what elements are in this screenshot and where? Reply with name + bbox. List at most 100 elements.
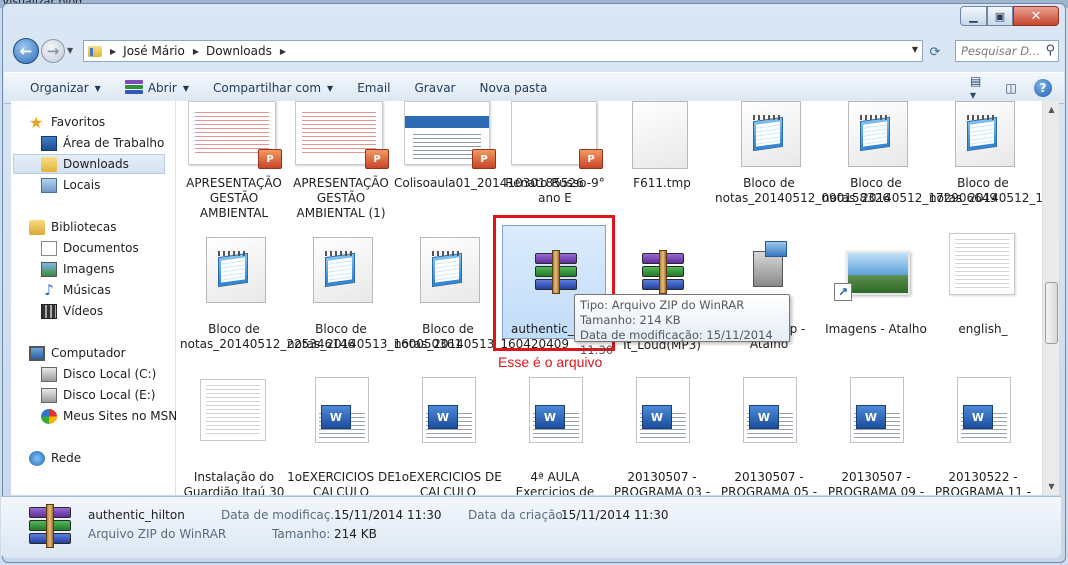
breadcrumb-user[interactable]: José Mário [123,44,185,58]
address-row: ← → ▼ ▶ José Mário ▶ Downloads ▶ ▼ ⟳ Pes… [11,36,1059,66]
nav-drive-c-label: Disco Local (C:) [63,367,157,381]
nav-videos[interactable]: Vídeos [41,301,103,321]
nav-drive-c[interactable]: Disco Local (C:) [41,364,156,384]
share-button[interactable]: Compartilhar com ▼ [201,73,345,103]
nav-desktop[interactable]: Área de Trabalho [41,133,164,153]
breadcrumb-downloads[interactable]: Downloads [206,44,272,58]
file-name: APRESENTAÇÃO GESTÃO AMBIENTAL (1) [293,176,389,220]
file-name: english_ [958,322,1008,336]
close-button[interactable]: ✕ [1013,6,1059,26]
open-label: Abrir [147,81,177,95]
burn-button[interactable]: Gravar [403,73,468,103]
shortcut-arrow-icon: ↗ [834,283,852,301]
file-name: 20130507 - PROGRAMA 05 - [720,470,818,495]
nav-music[interactable]: ♪ Músicas [41,280,111,300]
word-document-icon: W [612,377,712,449]
help-icon[interactable]: ? [1034,79,1052,97]
search-icon[interactable]: ⚲ [1045,43,1055,58]
search-placeholder: Pesquisar D... [961,44,1041,58]
minimize-button[interactable]: ▁ [960,6,987,26]
nav-favorites-label: Favoritos [51,115,106,129]
caption-buttons: ▁ ▣ ✕ [960,6,1059,26]
file-name: Bloco de notas_20140512_090158326 [715,176,891,205]
word-document-icon: W [719,377,819,449]
network-icon [29,450,45,466]
open-button[interactable]: Abrir ▼ [113,73,201,103]
videos-icon [41,303,57,319]
nav-videos-label: Vídeos [63,304,104,318]
presentation-thumbnail: P [505,101,605,173]
nav-libraries[interactable]: Bibliotecas [29,217,116,237]
nav-places[interactable]: Locais [41,175,100,195]
file-name: 1oEXERCICIOS DE CALCULO [287,470,395,495]
new-folder-button[interactable]: Nova pasta [467,73,559,103]
nav-downloads[interactable]: Downloads [13,154,165,174]
file-name: Bloco de notas_20140513_160420409 [394,322,570,351]
file-name: Bloco de notas_20140512_172906649 [822,176,998,205]
refresh-button[interactable]: ⟳ [925,42,945,62]
nav-favorites[interactable]: ★ Favoritos [29,112,105,132]
winrar-icon [124,80,143,96]
nav-network[interactable]: Rede [29,448,81,468]
scroll-thumb[interactable] [1045,282,1058,344]
view-controls: ▤ ▾ ◫ ? [970,74,1052,102]
nav-places-label: Locais [63,178,101,192]
chevron-down-icon[interactable]: ▼ [912,45,918,54]
nav-network-label: Rede [51,451,82,465]
preview-pane-icon[interactable]: ◫ [1002,79,1020,97]
nav-documents[interactable]: Documentos [41,238,139,258]
notepad-icon [933,101,1033,173]
text-file-icon [933,231,1033,303]
forward-button[interactable]: → [41,39,65,63]
command-bar: Organizar ▼ Abrir ▼ Compartilhar com ▼ Emai… [4,72,1064,104]
file-name: Imagens - Atalho [825,322,927,336]
file-name: Renato Russo-9° ano E [505,176,605,205]
desktop-icon [41,135,57,151]
email-label: Email [357,81,391,95]
chevron-down-icon: ▼ [182,83,190,93]
file-name: 20130507 - PROGRAMA 03 - [613,470,711,495]
chevron-right-icon[interactable]: ▶ [280,47,286,56]
notepad-icon [398,231,498,303]
nav-pictures[interactable]: Imagens [41,259,114,279]
file-name: 20130522 - PROGRAMA 11 - [934,470,1032,495]
organize-button[interactable]: Organizar ▼ [4,73,113,103]
email-button[interactable]: Email [345,73,402,103]
nav-msn-sites[interactable]: Meus Sites no MSN [41,406,177,426]
minimize-icon: ▁ [969,9,978,23]
nav-msn-sites-label: Meus Sites no MSN [63,409,178,423]
file-name: Bloco de notas_20140512_225346146 [180,322,356,351]
scroll-down-icon[interactable]: ▼ [1043,478,1060,495]
back-button[interactable]: ← [13,38,39,64]
search-input[interactable]: Pesquisar D... ⚲ [955,40,1059,62]
libraries-icon [29,219,45,235]
nav-drive-e[interactable]: Disco Local (E:) [41,385,155,405]
vertical-scrollbar[interactable]: ▲ ▼ [1042,101,1059,495]
maximize-button[interactable]: ▣ [987,6,1013,26]
notepad-icon [184,231,284,303]
chevron-right-icon[interactable]: ▶ [193,47,199,56]
pictures-shortcut-icon: ↗ [826,231,926,303]
details-modified-label: Data de modificaç... [221,508,342,522]
file-name: Bloco de notas_20140513_160050361 [287,322,463,351]
text-file-icon [184,377,284,449]
new-folder-label: Nova pasta [479,81,548,95]
refresh-icon: ⟳ [929,44,941,60]
nav-computer[interactable]: Computador [29,343,126,363]
scroll-up-icon[interactable]: ▲ [1043,101,1060,118]
tooltip-type: Tipo: Arquivo ZIP do WinRAR [580,298,745,312]
presentation-thumbnail: P [398,101,498,173]
arrow-right-icon: → [46,42,60,60]
details-created-value: 15/11/2014 11:30 [561,508,669,522]
recent-pages-dropdown[interactable]: ▼ [67,46,73,55]
chevron-right-icon[interactable]: ▶ [110,47,116,56]
computer-icon [29,345,45,361]
documents-icon [41,240,57,256]
details-file-type: Arquivo ZIP do WinRAR [88,527,227,541]
powerpoint-icon: P [579,149,603,169]
address-bar[interactable]: ▶ José Mário ▶ Downloads ▶ ▼ [83,40,923,62]
details-pane: authentic_hilton Arquivo ZIP do WinRAR D… [1,496,1061,558]
word-document-icon: W [933,377,1033,449]
file-name: 20130507 - PROGRAMA 09 - [827,470,925,495]
view-options-icon[interactable]: ▤ ▾ [970,74,988,102]
